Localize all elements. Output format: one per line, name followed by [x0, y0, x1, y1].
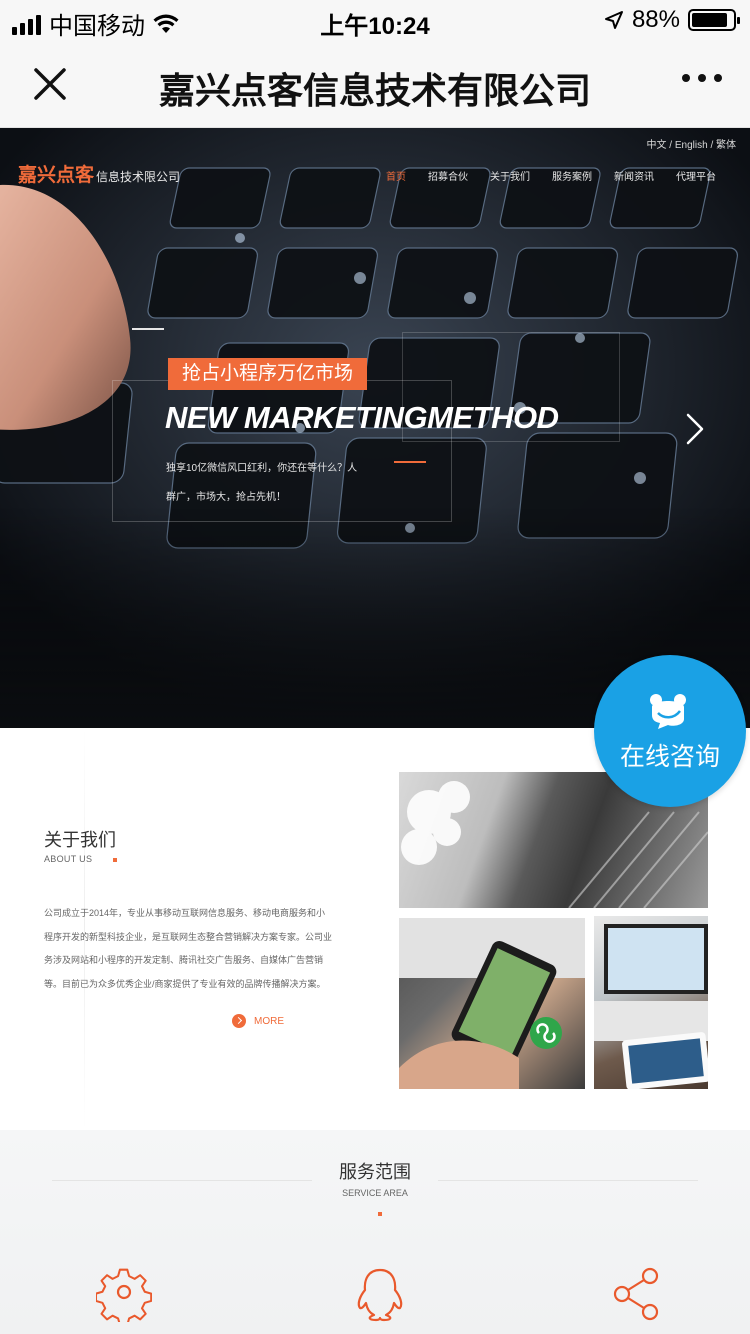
page-title: 嘉兴点客信息技术有限公司	[158, 70, 591, 111]
hero-description-line: 独享10亿微信风口红利，你还在等什么？人	[166, 463, 358, 474]
close-icon[interactable]	[28, 62, 72, 106]
hero-divider	[132, 328, 164, 330]
hero-tag: 抢占小程序万亿市场	[168, 358, 368, 390]
site-menu-item-about[interactable]: 关于我们	[490, 168, 530, 183]
battery-icon	[688, 9, 740, 31]
about-paragraph-line: 程序开发的新型科技企业，是互联网生态整合营销解决方案专家。公司业	[44, 931, 333, 942]
battery-fill	[692, 13, 728, 27]
site-menu-item-cases[interactable]: 服务案例	[552, 168, 592, 183]
online-consult-label: 在线咨询	[619, 743, 720, 771]
more-dots-icon[interactable]	[682, 74, 722, 82]
hero-accent-line	[394, 461, 426, 463]
hero-description-line: 群广，市场大，抢占先机！	[166, 492, 286, 503]
accent-dot	[378, 1212, 382, 1216]
service-subtitle: SERVICE AREA	[342, 1188, 408, 1198]
online-consult-button[interactable]: 在线咨询	[594, 655, 746, 807]
more-label: MORE	[254, 1015, 284, 1027]
about-paragraph-line: 务涉及网站和小程序的开发定制、腾讯社交广告服务、自媒体广告营销	[44, 955, 324, 965]
more-link[interactable]: MORE	[232, 1014, 284, 1028]
about-paragraph-line: 公司成立于2014年，专业从事移动互联网信息服务、移动电商服务和小	[44, 908, 326, 918]
site-menu-item-agent[interactable]: 代理平台	[676, 168, 716, 183]
battery-percent: 88%	[631, 6, 680, 33]
logo-sub-text: 信息技术限公司	[96, 170, 181, 184]
hero-headline: NEW MARKETINGMETHOD	[165, 400, 559, 435]
status-right: 88%	[604, 6, 740, 34]
site-menu-item-home[interactable]: 首页	[386, 168, 406, 183]
logo-main-text: 嘉兴点客	[18, 165, 95, 186]
phone-hand-photo	[399, 918, 585, 1089]
site-menu: 首页 招募合伙 关于我们 服务案例 新闻资讯 代理平台	[386, 168, 716, 183]
site-logo[interactable]: 嘉兴点客 信息技术限公司	[18, 160, 180, 187]
accent-dot	[113, 858, 117, 862]
qq-penguin-icon[interactable]	[352, 1266, 408, 1322]
service-title: 服务范围	[339, 1162, 411, 1182]
nav-bar: 嘉兴点客信息技术有限公司	[0, 40, 750, 128]
service-section: 服务范围 SERVICE AREA	[0, 1130, 750, 1334]
devices-photo	[594, 916, 708, 1089]
about-paragraph: 公司成立于2014年，专业从事移动互联网信息服务、移动电商服务和小 程序开发的新…	[44, 902, 334, 996]
chevron-right-icon[interactable]	[684, 412, 706, 446]
site-menu-item-partner[interactable]: 招募合伙	[428, 168, 468, 183]
gear-icon[interactable]	[96, 1266, 152, 1322]
about-paragraph-line: 等。目前已为众多优秀企业/商家提供了专业有效的品牌传播解决方案。	[44, 978, 326, 989]
bear-chat-icon	[650, 694, 686, 729]
arrow-circle-icon	[232, 1014, 246, 1028]
location-arrow-icon	[604, 11, 623, 29]
language-switch[interactable]: 中文 / English / 繁体	[647, 136, 736, 151]
about-title: 关于我们	[44, 830, 116, 850]
about-subtitle: ABOUT US	[44, 854, 93, 864]
status-bar: 中国移动 上午10:24 88%	[0, 0, 750, 40]
share-icon[interactable]	[608, 1266, 664, 1322]
site-menu-item-news[interactable]: 新闻资讯	[614, 168, 654, 183]
hero-banner: 中文 / English / 繁体 嘉兴点客 信息技术限公司 首页 招募合伙 关…	[0, 128, 750, 728]
